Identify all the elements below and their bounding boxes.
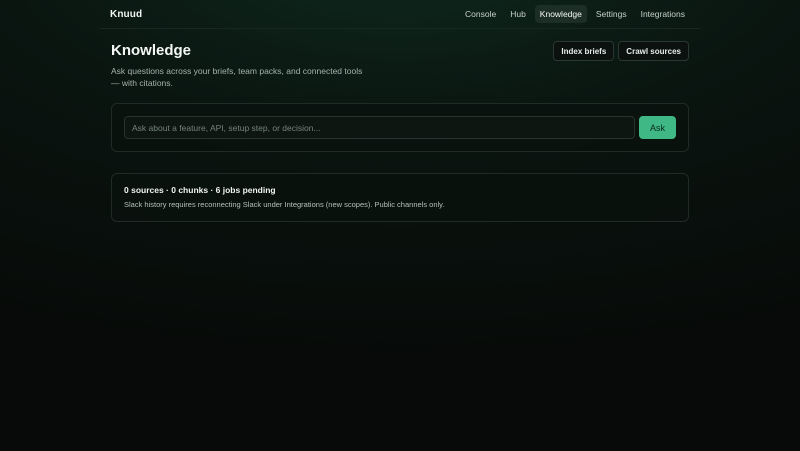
index-briefs-button[interactable]: Index briefs — [553, 41, 615, 61]
main-nav: Console Hub Knowledge Settings Integrati… — [460, 5, 690, 23]
page-actions: Index briefs Crawl sources — [553, 41, 689, 61]
nav-item-integrations[interactable]: Integrations — [636, 5, 690, 23]
ask-input[interactable] — [124, 116, 635, 139]
nav-item-settings[interactable]: Settings — [591, 5, 632, 23]
index-status-panel: 0 sources · 0 chunks · 6 jobs pending Sl… — [111, 173, 689, 222]
nav-item-hub[interactable]: Hub — [505, 5, 531, 23]
page-subtitle: Ask questions across your briefs, team p… — [111, 66, 363, 88]
brand-logo[interactable]: Knuud — [110, 9, 142, 20]
page-title: Knowledge — [111, 42, 192, 59]
top-navigation-bar: Knuud Console Hub Knowledge Settings Int… — [100, 0, 700, 29]
ask-panel: Ask — [111, 103, 689, 152]
index-status-summary: 0 sources · 0 chunks · 6 jobs pending — [124, 185, 276, 195]
ask-button[interactable]: Ask — [639, 116, 676, 139]
nav-item-console[interactable]: Console — [460, 5, 501, 23]
slack-reconnect-note: Slack history requires reconnecting Slac… — [124, 200, 445, 209]
crawl-sources-button[interactable]: Crawl sources — [618, 41, 689, 61]
nav-item-knowledge[interactable]: Knowledge — [534, 5, 587, 23]
